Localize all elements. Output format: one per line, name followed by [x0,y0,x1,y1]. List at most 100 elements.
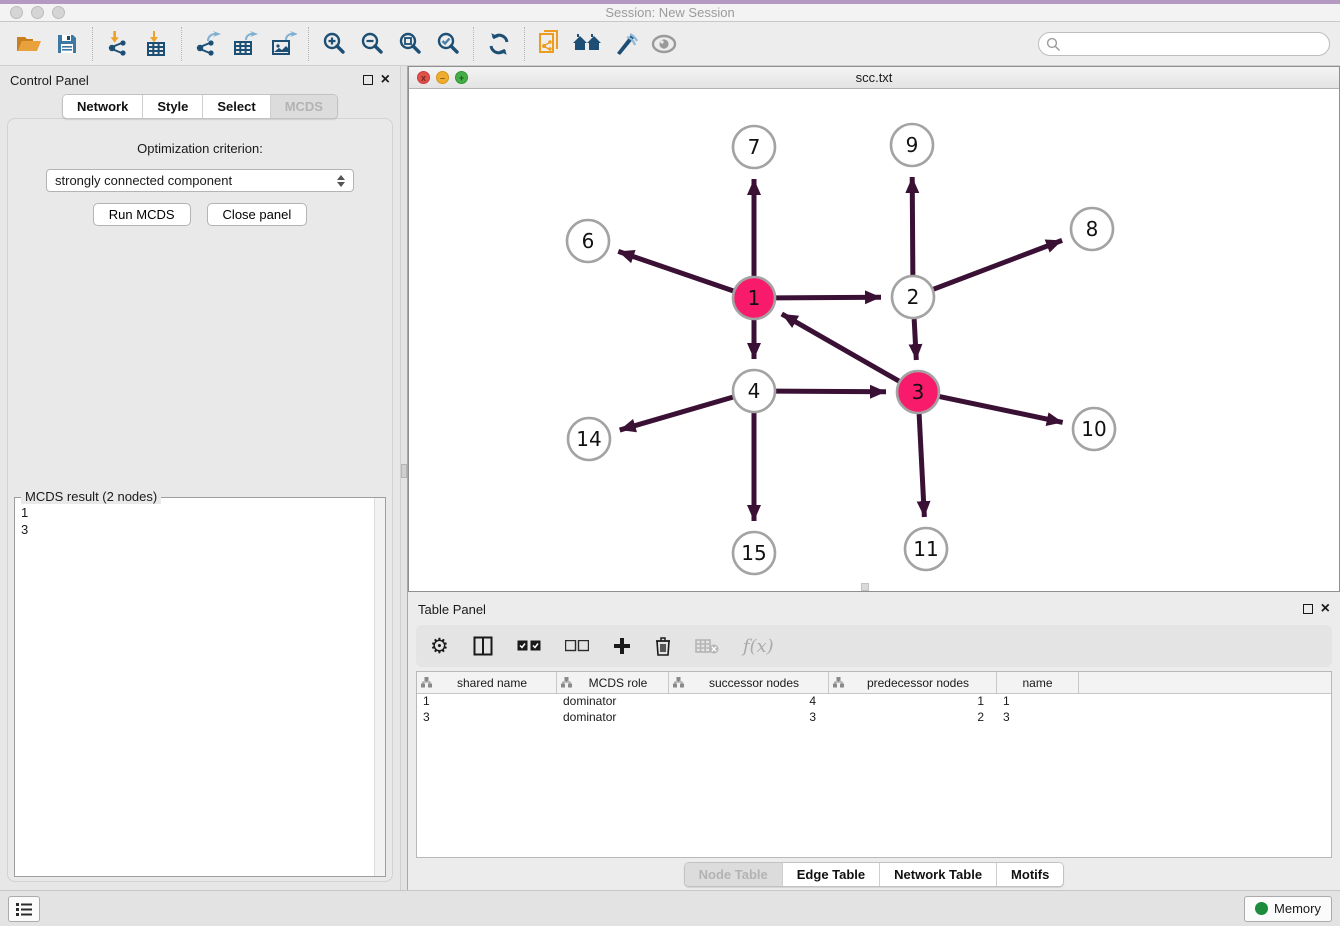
column-header-filler [1079,672,1331,693]
edge-3-1[interactable] [782,314,899,381]
criterion-dropdown[interactable]: strongly connected component [46,169,354,192]
node-15[interactable]: 15 [733,532,775,574]
table-row[interactable]: 3dominator323 [417,710,1331,726]
minimize-view-icon[interactable]: – [436,71,449,84]
export-image-button[interactable] [264,26,302,62]
memory-button[interactable]: Memory [1244,896,1332,922]
graphics-details-button[interactable] [607,26,645,62]
destroy-network-button[interactable] [569,26,607,62]
edge-4-3[interactable] [776,391,886,392]
cell[interactable]: 3 [669,710,829,726]
import-table-button[interactable] [137,26,175,62]
close-view-icon[interactable]: x [417,71,430,84]
zoom-out-button[interactable] [353,26,391,62]
network-view-window: scc.txt x – + 1 2 3 4 6 7 8 9 10 11 14 15 [408,66,1340,592]
edge-1-2[interactable] [776,297,881,298]
apply-layout-button[interactable] [480,26,518,62]
run-mcds-button[interactable]: Run MCDS [93,203,191,226]
tab-style[interactable]: Style [143,95,203,118]
clone-network-button[interactable] [531,26,569,62]
edge-2-9[interactable] [912,177,913,275]
select-all-checkboxes-button[interactable] [517,640,541,652]
zoom-in-button[interactable] [315,26,353,62]
tab-select[interactable]: Select [203,95,270,118]
column-header-successor-nodes[interactable]: successor nodes [669,672,829,693]
cell[interactable]: 1 [829,694,997,710]
close-panel-button[interactable]: Close panel [207,203,308,226]
network-graph[interactable]: 1 2 3 4 6 7 8 9 10 11 14 15 [409,89,1339,591]
node-7[interactable]: 7 [733,126,775,168]
table-options-button[interactable]: ⚙ [430,634,449,659]
cell[interactable]: dominator [557,694,669,710]
zoom-fit-button[interactable] [391,26,429,62]
node-8[interactable]: 8 [1071,208,1113,250]
import-network-button[interactable] [99,26,137,62]
node-4[interactable]: 4 [733,370,775,412]
edge-3-10[interactable] [940,397,1063,423]
node-6[interactable]: 6 [567,220,609,262]
application-window: Session: New Session [0,0,1340,926]
add-column-button[interactable] [613,637,631,655]
delete-table-button[interactable] [695,637,719,655]
node-10[interactable]: 10 [1073,408,1115,450]
birds-eye-view-button[interactable] [645,26,683,62]
table-tab-network-table[interactable]: Network Table [880,863,997,886]
tab-network[interactable]: Network [63,95,143,118]
delete-column-button[interactable] [655,636,671,656]
result-scrollbar[interactable] [374,498,385,876]
table-tab-node-table[interactable]: Node Table [685,863,783,886]
export-table-button[interactable] [226,26,264,62]
task-history-button[interactable] [8,896,40,922]
svg-text:10: 10 [1081,417,1106,441]
cell[interactable]: 3 [997,710,1079,726]
cell[interactable]: 4 [669,694,829,710]
column-header-MCDS-role[interactable]: MCDS role [557,672,669,693]
cell[interactable]: 1 [417,694,557,710]
node-2[interactable]: 2 [892,276,934,318]
network-window-titlebar[interactable]: scc.txt x – + [409,67,1339,89]
cell[interactable]: 2 [829,710,997,726]
close-panel-icon[interactable]: × [381,75,390,85]
export-network-button[interactable] [188,26,226,62]
zoom-selected-button[interactable] [429,26,467,62]
status-bar: Memory [0,890,1340,926]
cell[interactable]: 1 [997,694,1079,710]
node-14[interactable]: 14 [568,418,610,460]
close-panel-icon[interactable]: × [1321,604,1330,614]
column-header-predecessor-nodes[interactable]: predecessor nodes [829,672,997,693]
svg-text:2: 2 [907,285,920,309]
node-9[interactable]: 9 [891,124,933,166]
float-panel-icon[interactable] [363,75,373,85]
node-table[interactable]: shared nameMCDS rolesuccessor nodesprede… [416,671,1332,858]
tab-mcds[interactable]: MCDS [271,95,337,118]
cell[interactable]: dominator [557,710,669,726]
save-session-button[interactable] [48,26,86,62]
edge-2-8[interactable] [934,240,1063,289]
node-3[interactable]: 3 [897,371,939,413]
edge-3-11[interactable] [919,414,924,517]
network-canvas[interactable]: 1 2 3 4 6 7 8 9 10 11 14 15 [409,89,1339,591]
node-1[interactable]: 1 [733,277,775,319]
node-11[interactable]: 11 [905,528,947,570]
edge-1-6[interactable] [618,251,733,290]
edge-2-3[interactable] [914,319,916,360]
table-tab-edge-table[interactable]: Edge Table [783,863,880,886]
table-row[interactable]: 1dominator411 [417,694,1331,710]
edge-4-14[interactable] [620,397,733,430]
mcds-result-text[interactable]: 1 3 [15,498,374,876]
h-scroll-nub[interactable] [861,583,869,591]
panel-divider[interactable] [400,66,408,890]
clear-all-checkboxes-button[interactable] [565,640,589,652]
open-session-button[interactable] [10,26,48,62]
show-columns-button[interactable] [473,636,493,656]
divider-handle-icon[interactable] [401,464,407,478]
float-panel-icon[interactable] [1303,604,1313,614]
column-header-shared-name[interactable]: shared name [417,672,557,693]
column-header-name[interactable]: name [997,672,1079,693]
table-tab-motifs[interactable]: Motifs [997,863,1063,886]
list-icon [15,901,33,917]
function-builder-button[interactable]: f(x) [743,636,774,657]
search-input[interactable] [1038,32,1330,56]
maximize-view-icon[interactable]: + [455,71,468,84]
cell[interactable]: 3 [417,710,557,726]
